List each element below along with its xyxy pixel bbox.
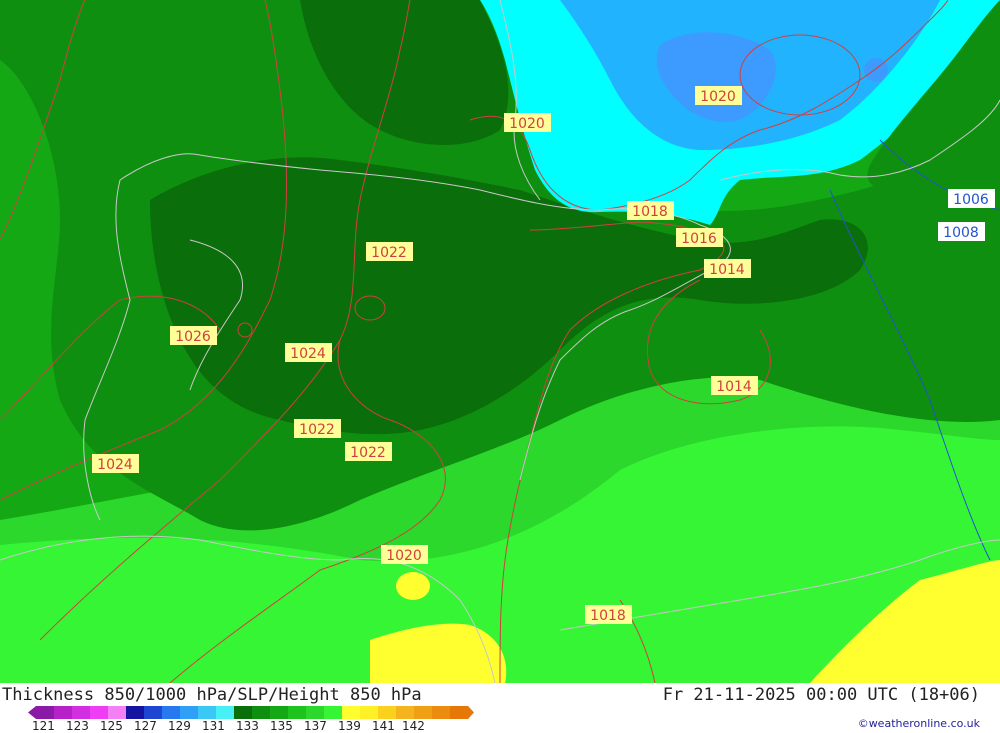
svg-text:1026: 1026 [175, 329, 211, 345]
svg-text:1022: 1022 [350, 445, 386, 461]
isobar-label: 1018 [627, 201, 674, 220]
legend-tick-label: 129 [168, 719, 191, 733]
legend-swatch [162, 706, 181, 719]
legend-swatch [252, 706, 271, 719]
legend-tick-label: 123 [66, 719, 89, 733]
weather-map: 1020 1020 1018 1016 1014 1022 1026 1024 [0, 0, 1000, 683]
svg-text:1016: 1016 [681, 231, 717, 247]
isobar-label: 1022 [366, 242, 413, 261]
isobar-label: 1014 [711, 376, 758, 395]
legend-swatch [450, 706, 469, 719]
legend-swatch [54, 706, 73, 719]
thickness-band-137-spot [396, 572, 430, 600]
legend-tick-label: 133 [236, 719, 259, 733]
isobar-label: 1008 [938, 222, 985, 241]
legend-swatch [270, 706, 289, 719]
svg-text:1024: 1024 [97, 457, 133, 473]
legend-swatch [144, 706, 163, 719]
isobar-label: 1006 [948, 189, 995, 208]
svg-text:1024: 1024 [290, 346, 326, 362]
legend-swatch [414, 706, 433, 719]
svg-text:1020: 1020 [386, 548, 422, 564]
legend-tick-label: 125 [100, 719, 123, 733]
legend-tick-label: 141 [372, 719, 395, 733]
legend-swatch [396, 706, 415, 719]
legend-swatch [216, 706, 235, 719]
legend-swatch [180, 706, 199, 719]
legend-swatch [90, 706, 109, 719]
legend-swatch [36, 706, 55, 719]
isobar-label: 1016 [676, 228, 723, 247]
legend-arrow-right [468, 706, 474, 719]
svg-text:1020: 1020 [509, 116, 545, 132]
legend-tick-label: 127 [134, 719, 157, 733]
map-valid-time: Fr 21-11-2025 00:00 UTC (18+06) [662, 685, 980, 705]
isobar-label: 1020 [504, 113, 551, 132]
legend-color-bar [28, 706, 474, 719]
isobar-label: 1020 [381, 545, 428, 564]
legend-swatch [126, 706, 145, 719]
credit-link[interactable]: ©weatheronline.co.uk [858, 717, 980, 730]
legend-tick-label: 121 [32, 719, 55, 733]
isobar-label: 1024 [92, 454, 139, 473]
legend-swatch [360, 706, 379, 719]
legend-tick-label: 139 [338, 719, 361, 733]
legend-tick-label: 137 [304, 719, 327, 733]
svg-text:1014: 1014 [709, 262, 745, 278]
isobar-label: 1024 [285, 343, 332, 362]
legend-arrow-left [28, 706, 36, 719]
legend-swatch [288, 706, 307, 719]
legend-tick-label: 131 [202, 719, 225, 733]
isobar-label: 1018 [585, 605, 632, 624]
legend-swatch [72, 706, 91, 719]
legend-tick-label: 142 [402, 719, 425, 733]
legend-tick-label: 135 [270, 719, 293, 733]
isobar-label: 1014 [704, 259, 751, 278]
svg-text:1020: 1020 [700, 89, 736, 105]
map-title-bar: Thickness 850/1000 hPa/SLP/Height 850 hP… [2, 683, 998, 707]
legend-swatch [342, 706, 361, 719]
isobar-label: 1022 [294, 419, 341, 438]
svg-text:1022: 1022 [371, 245, 407, 261]
legend-swatch [108, 706, 127, 719]
legend-swatch [432, 706, 451, 719]
svg-text:1018: 1018 [590, 608, 626, 624]
legend-ticks: 121 123 125 127 129 131 133 135 137 139 141 142 [0, 719, 520, 733]
svg-text:1018: 1018 [632, 204, 668, 220]
map-title: Thickness 850/1000 hPa/SLP/Height 850 hP… [2, 685, 422, 705]
legend-swatch [234, 706, 253, 719]
svg-text:1022: 1022 [299, 422, 335, 438]
svg-text:1008: 1008 [943, 225, 979, 241]
svg-text:1006: 1006 [953, 192, 989, 208]
legend-swatch [198, 706, 217, 719]
legend-swatch [306, 706, 325, 719]
legend-swatch [378, 706, 397, 719]
isobar-label: 1022 [345, 442, 392, 461]
isobar-label: 1020 [695, 86, 742, 105]
svg-text:1014: 1014 [716, 379, 752, 395]
legend-swatch [324, 706, 343, 719]
isobar-label: 1026 [170, 326, 217, 345]
